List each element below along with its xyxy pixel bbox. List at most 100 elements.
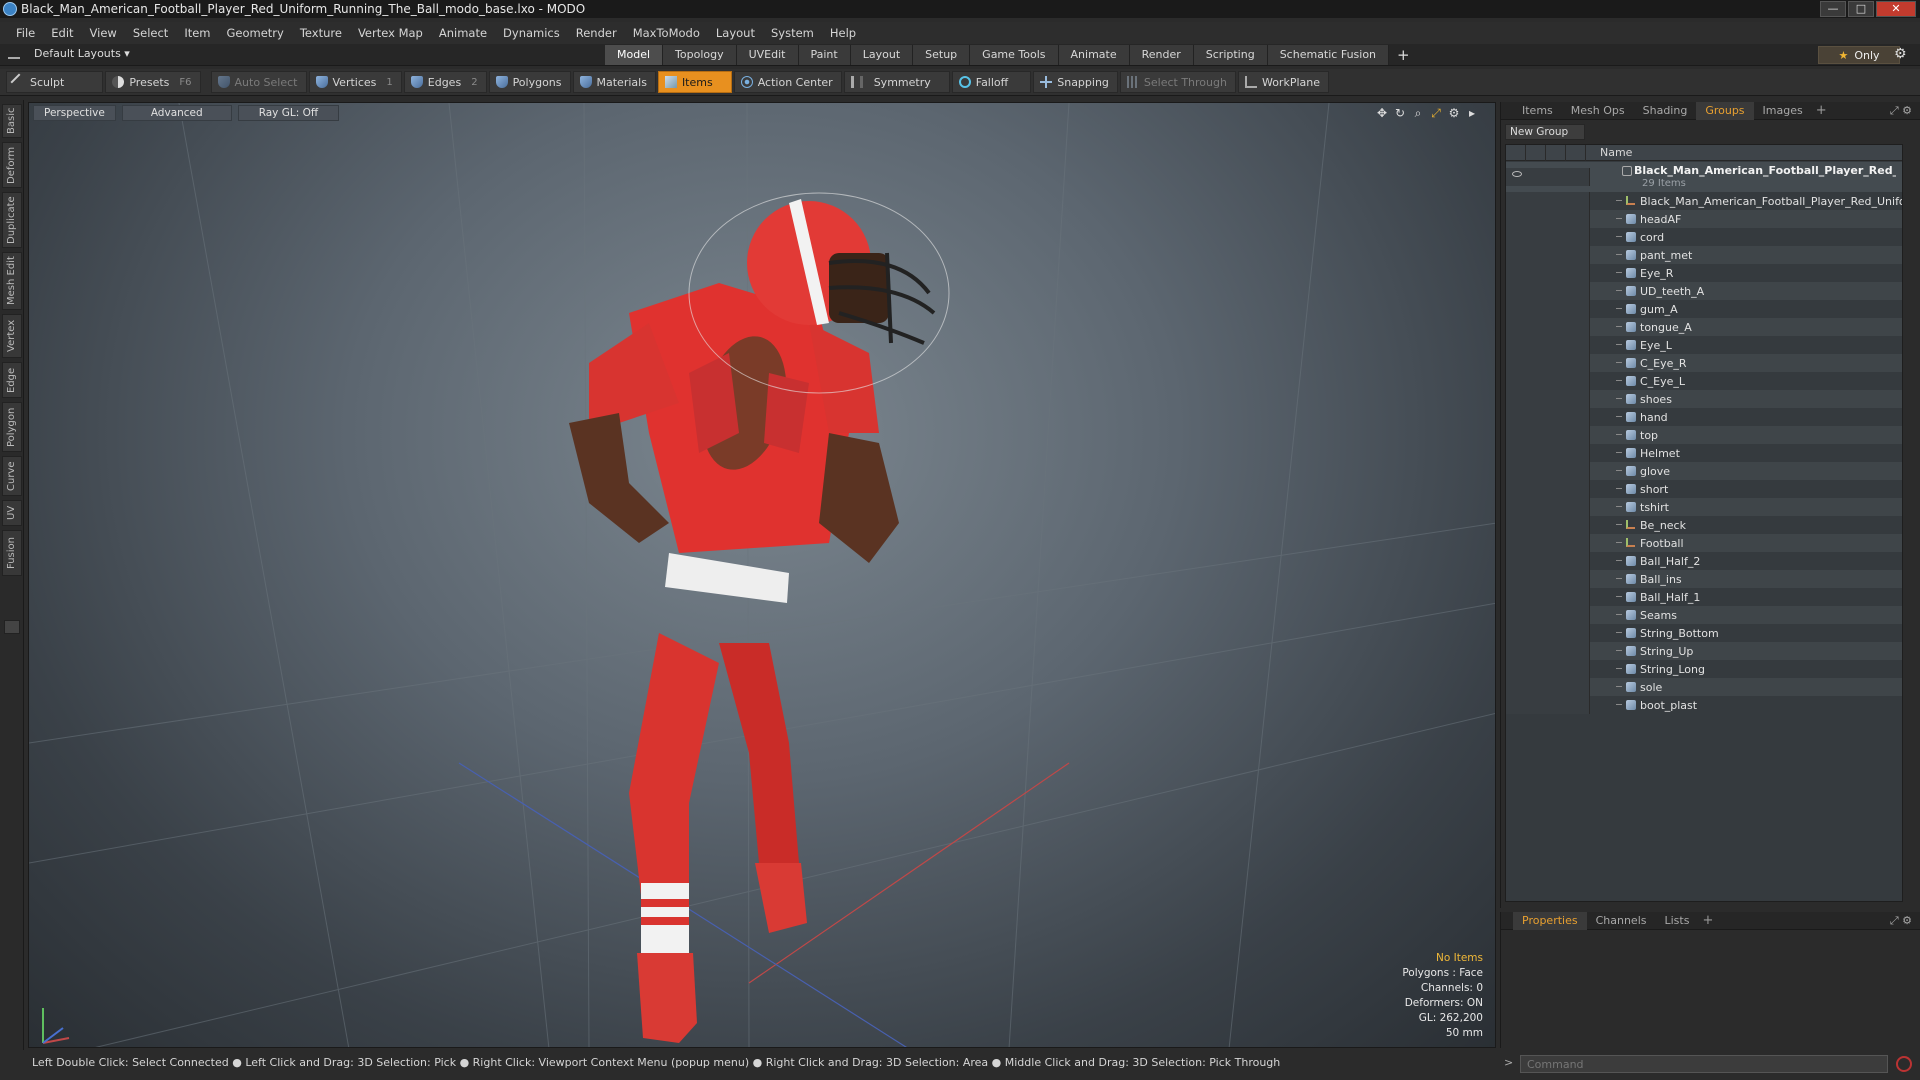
vtab-basic[interactable]: Basic [2, 104, 22, 138]
list-item[interactable]: glove [1506, 462, 1902, 480]
polygons-button[interactable]: Polygons [488, 71, 571, 93]
layout-selector[interactable]: Default Layouts ▾ [8, 47, 130, 60]
list-item[interactable]: C_Eye_L [1506, 372, 1902, 390]
maximize-button[interactable]: □ [1848, 1, 1874, 17]
vtab-fusion[interactable]: Fusion [2, 530, 22, 576]
tab-render[interactable]: Render [1129, 45, 1194, 65]
tab-schematic-fusion[interactable]: Schematic Fusion [1267, 45, 1390, 65]
menu-geometry[interactable]: Geometry [219, 26, 292, 40]
list-item[interactable]: String_Long [1506, 660, 1902, 678]
menu-item[interactable]: Item [176, 26, 218, 40]
presets-button[interactable]: Presets F6 [105, 71, 201, 93]
tab-model[interactable]: Model [605, 45, 664, 65]
tab-shading[interactable]: Shading [1634, 102, 1697, 120]
menu-dynamics[interactable]: Dynamics [495, 26, 568, 40]
viewport-settings-icon[interactable]: ⚙ [1447, 106, 1461, 120]
list-item[interactable]: top [1506, 426, 1902, 444]
fit-icon[interactable]: ⤢ [1429, 106, 1443, 120]
tab-setup[interactable]: Setup [913, 45, 971, 65]
viewport-expand-icon[interactable]: ▸ [1465, 106, 1479, 120]
tab-topology[interactable]: Topology [663, 45, 737, 65]
menu-file[interactable]: File [8, 26, 43, 40]
list-item[interactable]: boot_plast [1506, 696, 1902, 714]
perspective-button[interactable]: Perspective [33, 105, 116, 121]
vtab-edge[interactable]: Edge [2, 362, 22, 398]
tab-items[interactable]: Items [1513, 102, 1562, 120]
close-button[interactable]: ✕ [1876, 1, 1916, 17]
menu-animate[interactable]: Animate [431, 26, 495, 40]
select-column-icon[interactable] [1566, 145, 1586, 161]
list-item[interactable]: Ball_Half_1 [1506, 588, 1902, 606]
panel-toggle-icon[interactable] [4, 620, 20, 634]
list-item[interactable]: Black_Man_American_Football_Player_Red_U… [1506, 192, 1902, 210]
panel-expand-icon[interactable]: ⤢ ⚙ [1890, 104, 1912, 118]
vtab-uv[interactable]: UV [2, 500, 22, 526]
football-player-model[interactable] [569, 192, 950, 1043]
menu-maxtomodo[interactable]: MaxToModo [625, 26, 708, 40]
command-arrow-icon[interactable]: > [1504, 1056, 1513, 1069]
list-item[interactable]: tongue_A [1506, 318, 1902, 336]
add-tab-icon[interactable]: + [1397, 45, 1410, 65]
symmetry-button[interactable]: Symmetry [843, 71, 950, 93]
list-item[interactable]: Be_neck [1506, 516, 1902, 534]
vtab-duplicate[interactable]: Duplicate [2, 192, 22, 248]
list-item[interactable]: gum_A [1506, 300, 1902, 318]
record-macro-icon[interactable] [1896, 1056, 1912, 1072]
menu-system[interactable]: System [763, 26, 822, 40]
3d-viewport[interactable]: Perspective Advanced Ray GL: Off ✥ ↻ ⌕ ⤢… [28, 102, 1496, 1048]
menu-select[interactable]: Select [125, 26, 176, 40]
tab-game-tools[interactable]: Game Tools [970, 45, 1059, 65]
eye-column-icon[interactable] [1506, 145, 1526, 161]
menu-layout[interactable]: Layout [708, 26, 763, 40]
list-item[interactable]: Eye_L [1506, 336, 1902, 354]
vtab-polygon[interactable]: Polygon [2, 402, 22, 452]
snapping-button[interactable]: Snapping [1033, 71, 1118, 93]
edges-button[interactable]: Edges 2 [403, 71, 487, 93]
vertices-button[interactable]: Vertices 1 [308, 71, 402, 93]
zoom-icon[interactable]: ⌕ [1411, 106, 1425, 120]
menu-render[interactable]: Render [568, 26, 625, 40]
vtab-vertex[interactable]: Vertex [2, 314, 22, 358]
menu-edit[interactable]: Edit [43, 26, 81, 40]
tab-uvedit[interactable]: UVEdit [736, 45, 799, 65]
tab-channels[interactable]: Channels [1587, 912, 1656, 930]
tab-properties[interactable]: Properties [1513, 911, 1587, 930]
select-through-button[interactable]: Select Through [1119, 71, 1236, 93]
list-item[interactable]: hand [1506, 408, 1902, 426]
vtab-deform[interactable]: Deform [2, 142, 22, 188]
list-item[interactable]: sole [1506, 678, 1902, 696]
advanced-button[interactable]: Advanced [121, 105, 232, 121]
group-row[interactable]: Black_Man_American_Football_Player_Red_ … [1506, 162, 1902, 192]
tab-paint[interactable]: Paint [798, 45, 851, 65]
list-item[interactable]: UD_teeth_A [1506, 282, 1902, 300]
menu-vertex-map[interactable]: Vertex Map [350, 26, 431, 40]
vtab-mesh-edit[interactable]: Mesh Edit [2, 252, 22, 310]
auto-select-button[interactable]: Auto Select [210, 71, 307, 93]
command-input[interactable] [1520, 1055, 1888, 1073]
tab-lists[interactable]: Lists [1656, 912, 1699, 930]
falloff-button[interactable]: Falloff [951, 71, 1032, 93]
list-item[interactable]: pant_met [1506, 246, 1902, 264]
sculpt-button[interactable]: Sculpt [6, 71, 104, 93]
list-item[interactable]: shoes [1506, 390, 1902, 408]
workplane-button[interactable]: WorkPlane [1237, 71, 1329, 93]
list-item[interactable]: cord [1506, 228, 1902, 246]
tab-layout[interactable]: Layout [850, 45, 914, 65]
list-item[interactable]: C_Eye_R [1506, 354, 1902, 372]
list-item[interactable]: headAF [1506, 210, 1902, 228]
list-item[interactable]: Helmet [1506, 444, 1902, 462]
list-item[interactable]: short [1506, 480, 1902, 498]
tab-mesh-ops[interactable]: Mesh Ops [1562, 102, 1634, 120]
menu-help[interactable]: Help [822, 26, 864, 40]
list-item[interactable]: Ball_Half_2 [1506, 552, 1902, 570]
add-properties-tab-icon[interactable]: + [1702, 913, 1713, 928]
add-panel-tab-icon[interactable]: + [1816, 103, 1827, 118]
materials-button[interactable]: Materials [572, 71, 656, 93]
only-toggle[interactable]: ★ Only [1818, 46, 1900, 64]
tab-scripting[interactable]: Scripting [1193, 45, 1268, 65]
items-button[interactable]: Items [657, 71, 732, 93]
minimize-button[interactable]: — [1820, 1, 1846, 17]
menu-texture[interactable]: Texture [292, 26, 350, 40]
menu-view[interactable]: View [82, 26, 125, 40]
new-group-button[interactable]: New Group [1505, 124, 1585, 140]
